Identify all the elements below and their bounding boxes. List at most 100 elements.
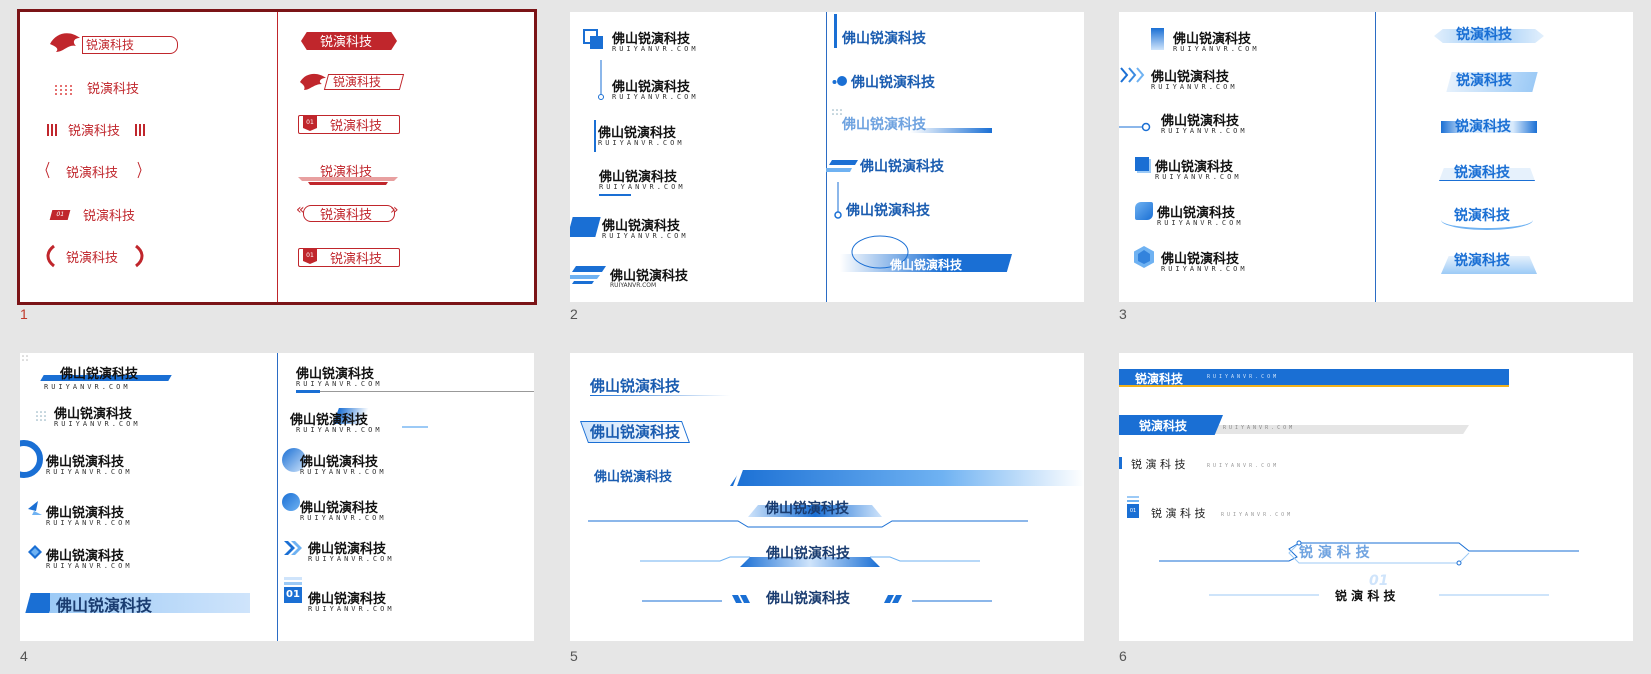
title-text: 佛山锐演科技 <box>846 203 930 219</box>
title-text: 锐演科技 <box>330 252 383 267</box>
speed-lines-icon <box>570 266 606 284</box>
title-text: 佛山锐演科技 <box>860 159 944 175</box>
title-text: 锐演科技 <box>68 124 121 139</box>
slide-number: 6 <box>1119 648 1127 664</box>
badge-number: 01 <box>284 587 302 603</box>
title-text: 佛山锐演科技 <box>765 501 849 517</box>
speed-lines-icon <box>826 160 858 172</box>
badge-number: 01 <box>1127 504 1139 518</box>
ring-icon <box>20 440 43 478</box>
slide-6-thumbnail[interactable]: 锐演科技 RUIYANVR.COM 锐演科技 RUIYANVR.COM 锐 演 … <box>1119 353 1633 641</box>
domain-text: RUIYANVR.COM <box>1207 374 1280 380</box>
bracket-right-icon <box>137 161 142 179</box>
slide-4-thumbnail[interactable]: 佛山锐演科技 RUIYANVR.COM 佛山锐演科技 RUIYANVR.COM … <box>20 353 534 641</box>
title-text: 佛山锐演科技 <box>890 258 963 272</box>
domain-text: RUIYANVR.COM <box>1157 219 1244 227</box>
title-text: 锐演科技 <box>1455 119 1511 135</box>
slide-3-thumbnail[interactable]: 佛山锐演科技 RUIYANVR.COM 佛山锐演科技 RUIYANVR.COM … <box>1119 12 1633 302</box>
domain-text: RUIYANVR.COM <box>1223 425 1296 431</box>
domain-text: RUIYANVR.COM <box>1207 463 1280 469</box>
slide-number: 2 <box>570 306 578 322</box>
title-text: 锐演科技 <box>330 119 383 134</box>
domain-text: RUIYANVR.COM <box>1221 512 1294 518</box>
slide-2-thumbnail[interactable]: 佛山锐演科技 RUIYANVR.COM 佛山锐演科技 RUIYANVR.COM … <box>570 12 1084 302</box>
domain-text: RUIYANVR.COM <box>1173 45 1260 53</box>
domain-text: RUIYANVR.COM <box>308 555 395 563</box>
chevron-right-icon: » <box>390 202 399 218</box>
number-badge: 01 <box>49 210 71 220</box>
domain-text: RUIYANVR.COM <box>54 420 141 428</box>
title-text: 锐演科技 <box>1139 419 1188 433</box>
domain-text: RUIYANVR.COM <box>1151 83 1238 91</box>
title-text: 佛山锐演科技 <box>60 367 139 382</box>
title-text: 佛山锐演科技 <box>766 591 850 607</box>
gradient-block-icon <box>1151 28 1164 50</box>
domain-text: RUIYANVR.COM <box>46 468 133 476</box>
title-text: 佛山锐演科技 <box>766 546 850 562</box>
square-logo-icon <box>583 29 603 49</box>
title-text: 佛山锐演科技 <box>590 377 681 395</box>
triangles-icon <box>28 501 42 515</box>
number-block: 01 <box>284 577 302 603</box>
title-text: 锐演科技 <box>1456 73 1512 89</box>
accent-bar <box>1119 457 1122 469</box>
domain-text: RUIYANVR.COM <box>296 380 383 388</box>
title-text: 锐演科技 <box>333 75 382 89</box>
title-text: 锐演科技 <box>320 208 373 223</box>
domain-text: RUIYANVR.COM <box>44 383 131 391</box>
badge-number: 01 <box>306 119 314 126</box>
number-badge: 01 <box>303 116 317 131</box>
slide-5-thumbnail[interactable]: 佛山锐演科技 佛山锐演科技 佛山锐演科技 佛山锐演科技 佛山锐演科技 佛山锐演科… <box>570 353 1084 641</box>
title-text: 锐演科技 <box>1454 253 1510 269</box>
title-text: 锐演科技 <box>1454 208 1510 224</box>
title-text: 锐演科技 <box>83 209 136 224</box>
title-text: 锐演科技 <box>1456 27 1512 43</box>
domain-text: RUIYANVR.COM <box>1155 173 1242 181</box>
bracket-left-icon <box>45 161 50 179</box>
gradient-underline <box>910 128 992 133</box>
accent-bar <box>594 120 596 152</box>
domain-text: RUIYANVR.COM <box>598 139 685 147</box>
domain-text: RUIYANVR.COM <box>602 232 689 240</box>
title-text: 佛山锐演科技 <box>56 596 153 615</box>
title-text: 佛山锐演科技 <box>594 470 673 485</box>
domain-text: RUIYANVR.COM <box>612 45 699 53</box>
domain-text-small: RUIYANVR.COM <box>610 282 657 289</box>
underline-bars <box>298 177 398 185</box>
chevron-arrows-icon <box>1120 67 1145 83</box>
title-text: 锐演科技 <box>1135 372 1184 386</box>
gradient-banner <box>730 470 1084 486</box>
number-badge: 01 <box>303 249 317 264</box>
title-text: 锐演科技 <box>66 251 119 266</box>
dotted-grid-icon <box>55 85 72 95</box>
slide-number: 1 <box>20 306 28 322</box>
badge-number: 01 <box>306 252 314 259</box>
domain-text: RUIYANVR.COM <box>46 562 133 570</box>
domain-text: RUIYANVR.COM <box>1161 265 1248 273</box>
fade-underline <box>590 395 730 396</box>
title-text: 锐演科技 <box>320 35 373 50</box>
slide-divider <box>1375 12 1376 302</box>
title-text: 佛山锐演科技 <box>851 75 935 91</box>
slide-number: 4 <box>20 648 28 664</box>
title-text: 锐 演 科 技 <box>1335 589 1396 603</box>
title-text: 锐演科技 <box>1454 165 1510 181</box>
domain-text: RUIYANVR.COM <box>46 519 133 527</box>
slide-number: 5 <box>570 648 578 664</box>
skew-block <box>570 217 601 237</box>
square-icon <box>1135 157 1149 171</box>
slide-1-thumbnail[interactable]: 锐演科技 锐演科技 锐演科技 锐演科技 01 锐演科技 锐演科技 锐演科技 锐演… <box>17 9 537 305</box>
slide-divider <box>826 12 827 302</box>
title-text: 佛山锐演科技 <box>590 423 681 441</box>
domain-text: RUIYANVR.COM <box>612 93 699 101</box>
rounded-square-icon <box>1135 202 1153 220</box>
domain-text: RUIYANVR.COM <box>308 605 395 613</box>
pin-icon <box>598 60 604 100</box>
domain-text: RUIYANVR.COM <box>300 514 387 522</box>
laurel-left-icon <box>46 244 55 268</box>
dotted-grid-icon <box>22 355 28 361</box>
domain-text: RUIYANVR.COM <box>296 426 383 434</box>
diamond-icon <box>28 545 42 559</box>
hexagon-icon <box>1134 246 1154 268</box>
accent-bar <box>834 14 837 48</box>
